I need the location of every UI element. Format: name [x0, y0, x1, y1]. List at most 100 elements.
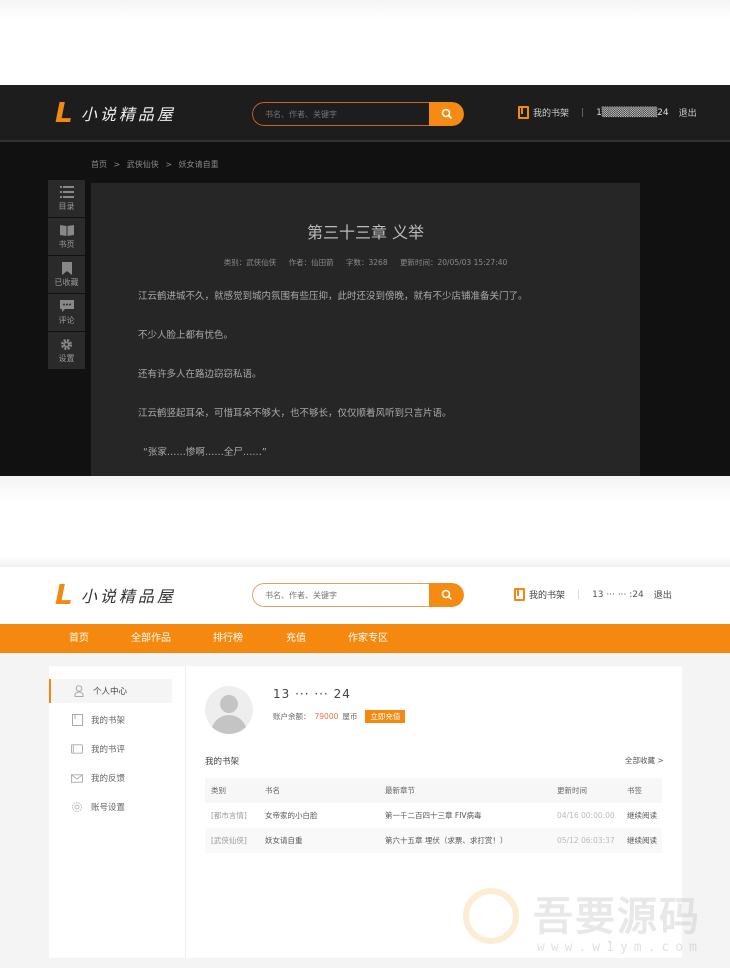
chapter-meta: 类别：武侠仙侠 作者：仙田箭 字数：3268 更新时间：20/05/03 15:… — [91, 257, 640, 268]
balance-label: 账户余额： — [273, 712, 311, 721]
row-updated: 05/12 06:03:37 — [557, 836, 615, 845]
center-header: L 小说精品屋 我的书架 | 13 ··· ··· :24 退出 — [0, 567, 730, 624]
search-button[interactable] — [429, 102, 464, 126]
chapter-author: 作者：仙田箭 — [288, 258, 334, 267]
col-bookmark: 书签 — [627, 786, 642, 795]
row-latest-chapter[interactable]: 第六十五章 埋伏（求票、求打赏！） — [385, 828, 507, 853]
breadcrumb-category[interactable]: 武侠仙侠 — [127, 160, 159, 169]
username[interactable]: 1▒▒▒▒▒▒▒▒24 — [596, 108, 669, 118]
sidebar-item-label: 我的书评 — [91, 745, 126, 755]
search-input[interactable] — [252, 102, 429, 126]
section-spacer — [0, 476, 730, 567]
logo[interactable]: L 小说精品屋 — [55, 581, 176, 609]
chapter-paragraph: “张家……惨啊……全尸……” — [143, 447, 267, 458]
col-latest: 最新章节 — [385, 786, 415, 795]
search-input[interactable] — [252, 583, 429, 607]
sidebar-item-feedback[interactable]: 我的反馈 — [49, 766, 172, 790]
mail-icon — [71, 772, 83, 784]
sidebar-item-account-settings[interactable]: 账号设置 — [49, 795, 172, 819]
logo[interactable]: L 小说精品屋 — [55, 99, 176, 127]
chapter-paragraph: 不少人脸上都有忧色。 — [138, 330, 234, 341]
search-button[interactable] — [429, 583, 464, 607]
settings-button[interactable]: 设置 — [48, 332, 85, 369]
chapter-paragraph: 江云鹤竖起耳朵，可惜耳朵不够大，也不够长，仅仅顺着风听到只言片语。 — [138, 408, 452, 419]
table-row: [武侠仙侠] 妖女请自重 第六十五章 埋伏（求票、求打赏！） 05/12 06:… — [205, 828, 662, 853]
top-spacer — [0, 0, 730, 85]
bookmark-label: 已收藏 — [54, 278, 79, 287]
chapter-word-count: 字数：3268 — [346, 258, 388, 267]
gear-icon — [60, 337, 73, 351]
comment-label: 评论 — [58, 316, 75, 325]
sidebar-item-label: 我的书架 — [91, 716, 126, 726]
search-bar — [252, 102, 464, 126]
book-page-label: 书页 — [58, 240, 75, 249]
nav-rankings[interactable]: 排行榜 — [213, 624, 243, 653]
chapter-title: 第三十三章 义举 — [306, 223, 425, 242]
comment-button[interactable]: 评论 — [48, 294, 85, 331]
table-row: [都市言情] 女帝家的小白脸 第一千二百四十三章 FIV病毒 04/16 00:… — [205, 803, 662, 828]
settings-label: 设置 — [58, 354, 75, 363]
chapter-category: 类别：武侠仙侠 — [223, 258, 277, 267]
currency-label: 屋币 — [342, 712, 358, 721]
sidebar-item-label: 个人中心 — [93, 687, 128, 697]
nav-recharge[interactable]: 充值 — [286, 624, 306, 653]
breadcrumb-separator: > — [165, 160, 173, 169]
sidebar-item-reviews[interactable]: 我的书评 — [49, 737, 172, 761]
toc-label: 目录 — [58, 202, 75, 211]
bookshelf-icon — [514, 588, 525, 601]
nav-home[interactable]: 首页 — [69, 624, 89, 653]
col-category: 类别 — [211, 786, 226, 795]
row-book[interactable]: 妖女请自重 — [265, 828, 303, 853]
user-area: 我的书架 | 13 ··· ··· :24 退出 — [514, 588, 672, 601]
divider: | — [581, 107, 585, 118]
logout-link[interactable]: 退出 — [679, 106, 697, 119]
sidebar-item-profile[interactable]: 个人中心 — [49, 679, 172, 703]
breadcrumb: 首页 > 武侠仙侠 > 妖女请自重 — [91, 159, 223, 170]
avatar[interactable] — [205, 686, 253, 734]
center-body: 个人中心 我的书架 我的书评 我的反馈 账号设置 13 ··· ··· 24 账… — [0, 653, 730, 968]
sidebar-item-label: 账号设置 — [91, 803, 126, 813]
username[interactable]: 13 ··· ··· :24 — [592, 590, 644, 600]
logout-link[interactable]: 退出 — [654, 588, 672, 601]
bookshelf-icon — [518, 106, 529, 119]
account-balance: 账户余额： 79000 屋币 立即充值 — [273, 710, 406, 723]
toc-button[interactable]: 目录 — [48, 180, 85, 217]
col-updated: 更新时间 — [557, 786, 587, 795]
book-icon — [59, 223, 74, 237]
nav-author-zone[interactable]: 作家专区 — [348, 624, 388, 653]
search-icon — [441, 108, 452, 120]
review-icon — [71, 743, 83, 755]
bookshelf-title: 我的书架 — [205, 757, 240, 767]
book-page-button[interactable]: 书页 — [48, 218, 85, 255]
row-category[interactable]: [都市言情] — [211, 803, 247, 828]
row-book[interactable]: 女帝家的小白脸 — [265, 803, 318, 828]
bookmark-icon — [61, 261, 72, 275]
logo-mark: L — [55, 96, 73, 129]
my-shelf-link[interactable]: 我的书架 — [529, 588, 565, 601]
chapter-updated: 更新时间：20/05/03 15:27:40 — [400, 258, 508, 267]
nav-all-works[interactable]: 全部作品 — [131, 624, 171, 653]
reader-screen: L 小说精品屋 我的书架 | 1▒▒▒▒▒▒▒▒24 退出 首页 > 武侠仙侠 … — [0, 85, 730, 476]
chapter-content: 第三十三章 义举 类别：武侠仙侠 作者：仙田箭 字数：3268 更新时间：20/… — [91, 183, 640, 476]
continue-reading-link[interactable]: 继续阅读 — [627, 828, 657, 853]
search-icon — [441, 589, 452, 601]
my-shelf-link[interactable]: 我的书架 — [533, 106, 569, 119]
gear-icon — [71, 801, 83, 813]
table-header: 类别 书名 最新章节 更新时间 书签 — [205, 778, 662, 803]
row-latest-chapter[interactable]: 第一千二百四十三章 FIV病毒 — [385, 803, 482, 828]
profile-username: 13 ··· ··· 24 — [273, 687, 351, 701]
sidebar-item-bookshelf[interactable]: 我的书架 — [49, 708, 172, 732]
reader-header: L 小说精品屋 我的书架 | 1▒▒▒▒▒▒▒▒24 退出 — [0, 85, 730, 142]
balance-value: 79000 — [314, 712, 339, 721]
row-category[interactable]: [武侠仙侠] — [211, 828, 247, 853]
bookmark-button[interactable]: 已收藏 — [48, 256, 85, 293]
user-icon — [73, 685, 85, 697]
user-center-card: 个人中心 我的书架 我的书评 我的反馈 账号设置 13 ··· ··· 24 账… — [49, 666, 682, 958]
recharge-button[interactable]: 立即充值 — [365, 710, 406, 723]
avatar-head — [220, 695, 238, 713]
breadcrumb-book[interactable]: 妖女请自重 — [179, 160, 219, 169]
all-favorites-link[interactable]: 全部收藏 > — [625, 755, 664, 766]
continue-reading-link[interactable]: 继续阅读 — [627, 803, 657, 828]
list-icon — [59, 185, 74, 199]
breadcrumb-home[interactable]: 首页 — [91, 160, 107, 169]
